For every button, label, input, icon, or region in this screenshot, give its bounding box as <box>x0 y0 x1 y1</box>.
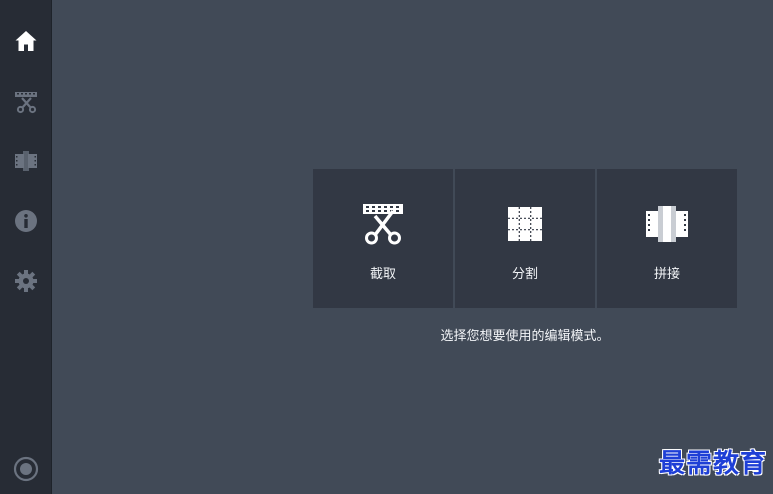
record-icon <box>13 456 39 482</box>
merge-film-icon <box>644 201 690 247</box>
sidebar-item-join[interactable] <box>8 143 44 179</box>
mode-split-label: 分割 <box>511 267 538 282</box>
sidebar-item-home[interactable] <box>8 23 44 59</box>
mode-trim-label: 截取 <box>369 267 396 282</box>
watermark-logo: 最需教育 <box>658 449 767 479</box>
gear-icon <box>15 270 37 292</box>
film-scissors-icon <box>360 201 406 247</box>
join-film-icon <box>15 151 37 171</box>
home-icon <box>15 31 37 51</box>
split-grid-icon <box>502 201 548 247</box>
mode-hint-text: 选择您想要使用的编辑模式。 <box>440 329 610 344</box>
sidebar <box>0 0 52 494</box>
mode-tiles: 截取 分割 拼接 <box>313 169 737 308</box>
sidebar-item-trim[interactable] <box>8 83 44 119</box>
mode-trim-tile[interactable]: 截取 <box>313 169 453 308</box>
sidebar-record-button[interactable] <box>8 451 44 487</box>
mode-merge-label: 拼接 <box>653 267 680 282</box>
app-window: 截取 分割 拼接 选择您想要使用的编辑模式。 最需教育 <box>0 0 773 494</box>
info-icon <box>15 210 37 232</box>
sidebar-item-info[interactable] <box>8 203 44 239</box>
mode-split-tile[interactable]: 分割 <box>455 169 595 308</box>
sidebar-item-settings[interactable] <box>8 263 44 299</box>
mode-merge-tile[interactable]: 拼接 <box>597 169 737 308</box>
trim-icon <box>15 92 37 114</box>
